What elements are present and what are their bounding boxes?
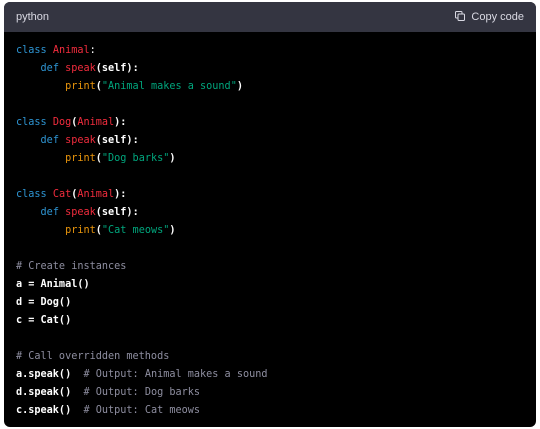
code-block: python Copy code class Animal: def speak… (4, 2, 536, 427)
code-token: ) (169, 225, 176, 236)
code-line: class Dog(Animal): (16, 114, 524, 132)
code-line: class Cat(Animal): (16, 186, 524, 204)
code-token: class (16, 189, 53, 200)
code-token: (self): (95, 63, 139, 74)
code-token: "Cat meows" (101, 225, 170, 236)
code-token: print (65, 225, 96, 236)
code-line: d.speak() # Output: Dog barks (16, 384, 524, 402)
code-token: c.speak() (16, 405, 72, 416)
code-line: c.speak() # Output: Cat meows (16, 402, 524, 420)
code-token: "Animal makes a sound" (101, 81, 237, 92)
code-token: Animal (52, 45, 90, 56)
code-line: print("Animal makes a sound") (16, 78, 524, 96)
copy-code-label: Copy code (471, 11, 524, 23)
code-token: ): (114, 189, 127, 200)
code-token: "Dog barks" (101, 153, 170, 164)
code-token: # Call overridden methods (16, 351, 170, 362)
code-token: Animal (77, 189, 115, 200)
code-token: : (89, 45, 96, 56)
code-token: ) (169, 153, 176, 164)
code-token: class (16, 45, 53, 56)
code-token: # Create instances (16, 261, 127, 272)
code-token: (self): (95, 207, 139, 218)
copy-code-button[interactable]: Copy code (454, 10, 524, 25)
code-token: Cat (52, 189, 72, 200)
code-token: Animal (77, 117, 115, 128)
code-token: def (40, 135, 66, 146)
code-token: ) (236, 81, 243, 92)
code-line: d = Dog() (16, 294, 524, 312)
code-line: c = Cat() (16, 312, 524, 330)
code-line: def speak(self): (16, 60, 524, 78)
code-token: a = Animal() (16, 279, 90, 290)
code-line: class Animal: (16, 42, 524, 60)
code-token: ): (114, 117, 127, 128)
code-line: print("Dog barks") (16, 150, 524, 168)
code-line: # Call overridden methods (16, 348, 524, 366)
code-token: def (40, 63, 66, 74)
code-line: # Create instances (16, 258, 524, 276)
code-token: d = Dog() (16, 297, 72, 308)
code-token: print (65, 153, 96, 164)
code-line: a.speak() # Output: Animal makes a sound (16, 366, 524, 384)
code-content: class Animal: def speak(self): print("An… (4, 32, 536, 420)
code-token: c = Cat() (16, 315, 72, 326)
code-token: a.speak() (16, 369, 72, 380)
code-token: speak (65, 207, 96, 218)
clipboard-icon (454, 10, 466, 25)
code-line: print("Cat meows") (16, 222, 524, 240)
code-token: # Output: Animal makes a sound (83, 369, 268, 380)
code-line: def speak(self): (16, 132, 524, 150)
language-label: python (16, 11, 50, 23)
code-token: print (65, 81, 96, 92)
code-token: (self): (95, 135, 139, 146)
code-block-header: python Copy code (4, 2, 536, 32)
code-line: def speak(self): (16, 204, 524, 222)
code-token: def (40, 207, 66, 218)
code-token: Dog (52, 117, 72, 128)
code-token: speak (65, 135, 96, 146)
code-token: # Output: Cat meows (83, 405, 201, 416)
code-token: class (16, 117, 53, 128)
code-token: # Output: Dog barks (83, 387, 201, 398)
code-token: d.speak() (16, 387, 72, 398)
code-token: speak (65, 63, 96, 74)
code-line: a = Animal() (16, 276, 524, 294)
